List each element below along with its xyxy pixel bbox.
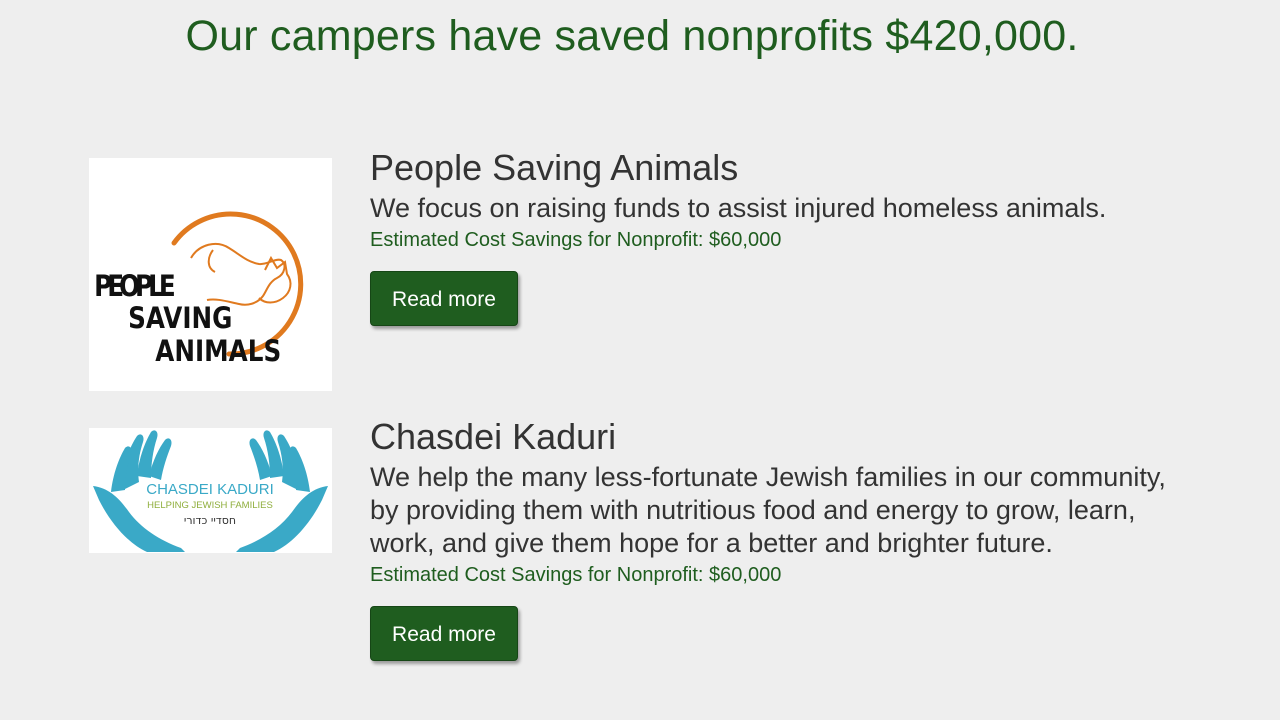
org-description: We focus on raising funds to assist inju… — [370, 193, 1107, 223]
logo-line-2: SAVING — [128, 302, 232, 335]
logo-subtitle: HELPING JEWISH FAMILIES — [147, 500, 273, 511]
org-name: People Saving Animals — [370, 147, 739, 188]
org-info: People Saving Animals We focus on raisin… — [370, 150, 1200, 326]
read-more-button[interactable]: Read more — [370, 606, 518, 661]
org-name: Chasdei Kaduri — [370, 416, 617, 457]
read-more-button[interactable]: Read more — [370, 271, 518, 326]
page-headline: Our campers have saved nonprofits $420,0… — [185, 12, 1079, 60]
org-info: Chasdei Kaduri We help the many less-for… — [370, 419, 1200, 661]
logo-line-3: ANIMALS — [155, 335, 281, 368]
logo-title: CHASDEI KADURI — [146, 481, 274, 498]
logo-hebrew: חסדיי כדורי — [184, 514, 236, 527]
org-savings: Estimated Cost Savings for Nonprofit: $6… — [370, 564, 782, 586]
logo-line-1: PEOPLE — [94, 270, 176, 303]
page: Our campers have saved nonprofits $420,0… — [0, 0, 1280, 720]
people-saving-animals-logo: PEOPLE SAVING ANIMALS — [89, 158, 332, 391]
org-savings: Estimated Cost Savings for Nonprofit: $6… — [370, 229, 782, 251]
org-description: We help the many less-fortunate Jewish f… — [370, 462, 1166, 558]
chasdei-kaduri-logo: CHASDEI KADURI HELPING JEWISH FAMILIES ח… — [89, 428, 332, 553]
